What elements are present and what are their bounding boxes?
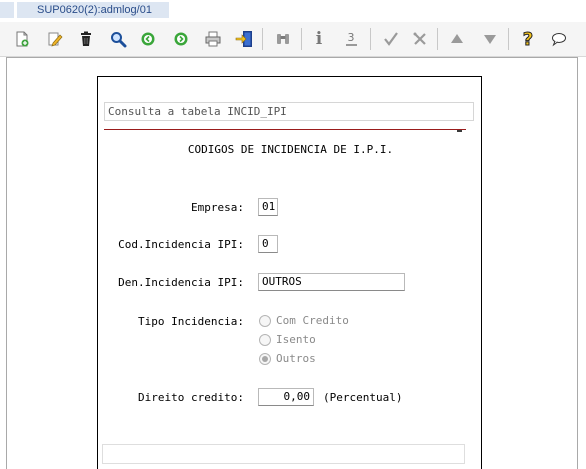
direito-credito-unit: (Percentual)	[323, 391, 403, 404]
den-incidencia-label: Den.Incidencia IPI:	[118, 276, 244, 289]
help-icon[interactable]: ?	[517, 28, 539, 50]
radio-label: Isento	[276, 333, 316, 346]
title-divider-mark	[457, 130, 462, 132]
up-icon[interactable]	[446, 28, 468, 50]
cancel-icon[interactable]	[409, 28, 431, 50]
form-panel: Consulta a tabela INCID_IPI CODIGOS DE I…	[97, 76, 482, 469]
cod-incidencia-label: Cod.Incidencia IPI:	[118, 238, 244, 251]
toolbar-separator	[508, 28, 509, 50]
search-icon[interactable]	[107, 28, 129, 50]
toolbar-separator	[262, 28, 263, 50]
next-icon[interactable]	[170, 28, 192, 50]
direito-credito-label: Direito credito:	[138, 391, 244, 404]
toolbar-separator	[437, 28, 438, 50]
window-tab-strip: SUP0620(2):admlog/01	[0, 0, 586, 18]
exit-icon[interactable]	[233, 28, 255, 50]
down-icon[interactable]	[479, 28, 501, 50]
radio-label: Outros	[276, 352, 316, 365]
form-heading: CODIGOS DE INCIDENCIA DE I.P.I.	[187, 143, 394, 156]
binoculars-icon[interactable]	[272, 28, 294, 50]
radio-com-credito[interactable]: Com Credito	[259, 314, 349, 327]
sequence-glyph: 3	[345, 31, 357, 46]
toolbar-separator	[301, 28, 302, 50]
radio-button-selected[interactable]	[259, 352, 271, 365]
empresa-field[interactable]: 01	[258, 198, 278, 216]
radio-outros[interactable]: Outros	[259, 352, 316, 365]
toolbar: i 3 ?	[0, 22, 586, 57]
form-title: Consulta a tabela INCID_IPI	[104, 102, 474, 121]
toolbar-separator	[370, 28, 371, 50]
radio-label: Com Credito	[276, 314, 349, 327]
new-icon[interactable]	[11, 28, 33, 50]
confirm-icon[interactable]	[380, 28, 402, 50]
radio-isento[interactable]: Isento	[259, 333, 316, 346]
edit-icon[interactable]	[44, 28, 66, 50]
cod-incidencia-field[interactable]: 0	[258, 235, 278, 253]
comment-icon[interactable]	[548, 28, 570, 50]
direito-credito-field[interactable]: 0,00	[258, 388, 314, 406]
tab-strip-handle	[0, 2, 14, 18]
previous-icon[interactable]	[137, 28, 159, 50]
empresa-label: Empresa:	[191, 201, 244, 214]
radio-button[interactable]	[259, 333, 271, 346]
status-bar	[102, 444, 465, 464]
help-glyph: ?	[522, 28, 534, 50]
info-icon[interactable]: i	[308, 28, 330, 50]
title-divider	[104, 129, 466, 130]
radio-button[interactable]	[259, 314, 271, 327]
delete-icon[interactable]	[75, 28, 97, 50]
window-tab[interactable]: SUP0620(2):admlog/01	[17, 2, 169, 18]
info-glyph: i	[315, 29, 323, 49]
den-incidencia-field[interactable]: OUTROS	[258, 273, 405, 291]
print-icon[interactable]	[202, 28, 224, 50]
tipo-incidencia-label: Tipo Incidencia:	[138, 315, 244, 328]
sequence-icon[interactable]: 3	[340, 28, 362, 50]
